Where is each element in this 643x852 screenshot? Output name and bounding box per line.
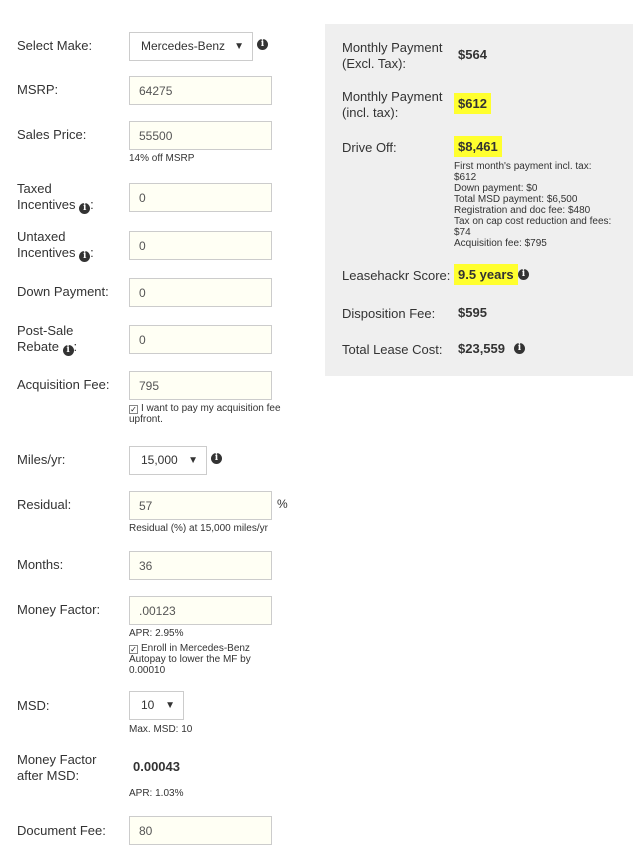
- msd-note: Max. MSD: 10: [129, 724, 193, 735]
- check-icon[interactable]: ✓: [129, 645, 138, 654]
- drive-off-detail-item: Tax on cap cost reduction and fees: $74: [454, 216, 612, 238]
- residual-input[interactable]: [129, 491, 272, 520]
- info-icon[interactable]: i: [514, 343, 525, 354]
- make-label: Select Make:: [17, 38, 93, 53]
- info-icon[interactable]: i: [257, 39, 268, 50]
- drive-off-details: First month's payment incl. tax: $612 Do…: [454, 161, 614, 249]
- autopay-checkbox[interactable]: ✓ Enroll in Mercedes-Benz Autopay to lowe…: [129, 643, 269, 676]
- drive-off-value: $8,461: [454, 136, 502, 157]
- drive-off-detail-item: Down payment: $0: [454, 183, 538, 194]
- total-cost-label: Total Lease Cost:: [342, 342, 443, 357]
- autopay-label: Enroll in Mercedes-Benz Autopay to lower…: [129, 643, 251, 676]
- residual-unit: %: [277, 497, 288, 511]
- months-label: Months:: [17, 557, 64, 572]
- acquisition-fee-label: Acquisition Fee:: [17, 377, 110, 392]
- monthly-incl-value: $612: [454, 93, 491, 114]
- info-icon[interactable]: i: [211, 453, 222, 464]
- msd-label: MSD:: [17, 698, 50, 713]
- drive-off-detail-item: Acquisition fee: $795: [454, 238, 547, 249]
- caret-down-icon: ▼: [165, 700, 175, 711]
- msd-select[interactable]: 10 ▼: [129, 691, 184, 720]
- monthly-excl-label: Monthly Payment (Excl. Tax):: [342, 40, 443, 71]
- months-input[interactable]: [129, 551, 272, 580]
- total-cost-value: $23,559: [458, 341, 505, 356]
- drive-off-detail-item: Registration and doc fee: $480: [454, 205, 591, 216]
- mf-after-msd-value: 0.00043: [133, 759, 180, 774]
- summary-panel: Monthly Payment (Excl. Tax): $564 Monthl…: [325, 24, 633, 376]
- untaxed-incentives-label: Untaxed Incentives i:: [17, 229, 94, 262]
- disposition-value: $595: [458, 305, 487, 320]
- caret-down-icon: ▼: [234, 41, 244, 52]
- msrp-label: MSRP:: [17, 82, 59, 97]
- score-label: Leasehackr Score:: [342, 268, 451, 283]
- taxed-incentives-label: Taxed Incentives i:: [17, 181, 94, 214]
- down-payment-input[interactable]: [129, 278, 272, 307]
- post-sale-rebate-label: Post-Sale Rebate i:: [17, 323, 78, 356]
- down-payment-label: Down Payment:: [17, 284, 109, 299]
- drive-off-detail-item: First month's payment incl. tax: $612: [454, 161, 592, 183]
- miles-label: Miles/yr:: [17, 452, 66, 467]
- money-factor-label: Money Factor:: [17, 602, 101, 617]
- info-icon[interactable]: i: [518, 269, 529, 280]
- mf-after-msd-apr: APR: 1.03%: [129, 788, 184, 799]
- monthly-excl-value: $564: [458, 47, 487, 62]
- info-icon[interactable]: i: [62, 345, 74, 356]
- document-fee-label: Document Fee:: [17, 823, 106, 838]
- check-icon[interactable]: ✓: [129, 405, 138, 414]
- money-factor-apr: APR: 2.95%: [129, 628, 184, 639]
- make-select-value: Mercedes-Benz: [141, 39, 226, 53]
- info-icon[interactable]: i: [79, 251, 91, 262]
- taxed-incentives-input[interactable]: [129, 183, 272, 212]
- untaxed-incentives-input[interactable]: [129, 231, 272, 260]
- sales-price-label: Sales Price:: [17, 127, 87, 142]
- acquisition-upfront-checkbox[interactable]: ✓ I want to pay my acquisition fee upfron…: [129, 403, 299, 425]
- acquisition-upfront-label: I want to pay my acquisition fee upfront…: [129, 403, 281, 425]
- post-sale-rebate-input[interactable]: [129, 325, 272, 354]
- miles-select-value: 15,000: [141, 453, 178, 467]
- info-icon[interactable]: i: [79, 203, 91, 214]
- monthly-incl-label: Monthly Payment (incl. tax):: [342, 89, 443, 120]
- disposition-label: Disposition Fee:: [342, 306, 436, 321]
- residual-label: Residual:: [17, 497, 72, 512]
- make-select[interactable]: Mercedes-Benz ▼: [129, 32, 253, 61]
- sales-price-input[interactable]: [129, 121, 272, 150]
- residual-note: Residual (%) at 15,000 miles/yr: [129, 523, 268, 534]
- caret-down-icon: ▼: [188, 455, 198, 466]
- money-factor-input[interactable]: [129, 596, 272, 625]
- mf-after-msd-label: Money Factor after MSD:: [17, 752, 97, 783]
- drive-off-detail-item: Total MSD payment: $6,500: [454, 194, 578, 205]
- msd-select-value: 10: [141, 698, 155, 712]
- drive-off-label: Drive Off:: [342, 140, 397, 155]
- score-value: 9.5 years: [454, 264, 518, 285]
- msrp-input[interactable]: [129, 76, 272, 105]
- acquisition-fee-input[interactable]: [129, 371, 272, 400]
- sales-price-note: 14% off MSRP: [129, 153, 195, 164]
- miles-select[interactable]: 15,000 ▼: [129, 446, 207, 475]
- document-fee-input[interactable]: [129, 816, 272, 845]
